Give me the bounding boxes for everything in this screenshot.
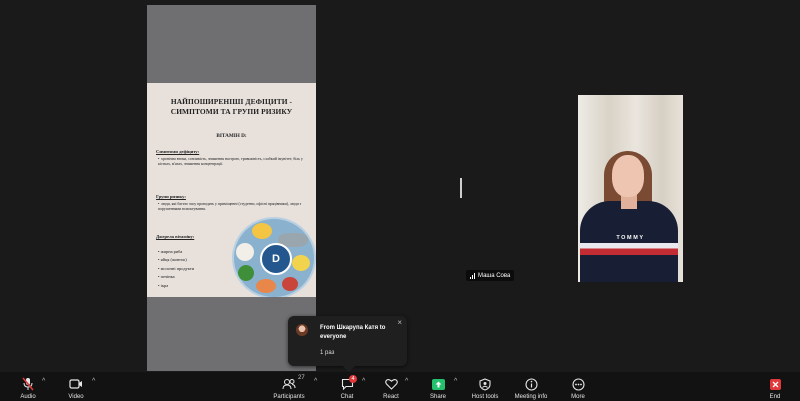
chat-notification-title: From Шкарупа Катя to everyone: [320, 325, 386, 340]
source-item: молочні продукти: [158, 265, 194, 273]
video-camera-icon: [69, 376, 83, 392]
video-person-face: [612, 155, 644, 197]
source-item: яйця (жовток): [158, 256, 194, 264]
close-icon[interactable]: ×: [397, 318, 402, 327]
share-options-caret[interactable]: ^: [454, 378, 457, 385]
video-shirt-text: TOMMY: [616, 235, 645, 241]
risk-heading: Групи ризику:: [156, 194, 186, 199]
sources-list: жирна риба яйця (жовток) молочні продукт…: [158, 248, 194, 290]
end-label: End: [769, 394, 781, 400]
participants-icon: [282, 376, 296, 392]
react-button[interactable]: React: [381, 372, 401, 401]
participant-name: Маша Сова: [478, 272, 511, 279]
video-options-caret[interactable]: ^: [92, 378, 95, 385]
symptoms-text: • хронічна втома, сонливість, зниження на…: [158, 157, 303, 167]
presentation-slide: НАЙПОШИРЕНІШІ ДЕФІЦИТИ - СИМПТОМИ ТА ГРУ…: [147, 83, 316, 299]
heart-icon: [384, 376, 398, 392]
participant-video-tile[interactable]: TOMMY: [578, 95, 683, 282]
source-item: жирна риба: [158, 248, 194, 256]
symptoms-heading: Симптоми дефіциту:: [156, 149, 200, 154]
vitamin-d-badge: D: [260, 243, 292, 275]
audio-label: Audio: [20, 394, 36, 400]
presenter-cursor: [460, 178, 462, 198]
vitamin-d-letter: D: [272, 253, 280, 265]
chat-unread-badge: 4: [349, 375, 357, 383]
video-button[interactable]: Video: [64, 372, 88, 401]
host-tools-button[interactable]: Host tools: [470, 372, 500, 401]
react-options-caret[interactable]: ^: [405, 378, 408, 385]
slide-subtitle: ВІТАМІН D:: [216, 133, 247, 139]
chat-label: Chat: [340, 394, 354, 400]
more-dots-icon: [571, 376, 585, 392]
video-person-body: [580, 201, 678, 282]
meeting-info-button[interactable]: Meeting info: [512, 372, 550, 401]
signal-bars-icon: [470, 272, 475, 279]
microphone-muted-icon: [22, 376, 34, 392]
symptoms-text-value: хронічна втома, сонливість, зниження нас…: [158, 157, 303, 167]
host-tools-label: Host tools: [471, 394, 499, 400]
share-top-band: [147, 5, 316, 83]
chat-notification-message: 1 раз: [320, 350, 335, 356]
participants-label: Participants: [273, 394, 305, 400]
risk-text: • люди, які багато часу проводять у примі…: [158, 202, 302, 212]
participants-count: 27: [298, 375, 305, 381]
shield-icon: [479, 376, 491, 392]
sources-heading: Джерела вітаміну:: [156, 234, 195, 239]
participant-name-label: Маша Сова: [466, 270, 515, 281]
meeting-toolbar: Audio ^ Video ^ Participants 27 ^ Chat 4…: [0, 372, 800, 401]
vitamin-d-food-illustration: D: [232, 217, 316, 299]
info-icon: [524, 376, 538, 392]
slide-title: НАЙПОШИРЕНІШІ ДЕФІЦИТИ - СИМПТОМИ ТА ГРУ…: [170, 97, 293, 116]
audio-options-caret[interactable]: ^: [42, 378, 45, 385]
video-shirt-stripe: [580, 243, 678, 255]
video-label: Video: [68, 394, 84, 400]
chat-notification[interactable]: From Шкарупа Катя to everyone 1 раз ×: [288, 316, 407, 372]
react-label: React: [383, 394, 399, 400]
source-item: печінка: [158, 273, 194, 281]
source-item: ікра: [158, 282, 194, 290]
share-button[interactable]: Share: [427, 372, 449, 401]
risk-text-value: люди, які багато часу проводять у приміщ…: [158, 202, 302, 212]
end-meeting-button[interactable]: End: [764, 372, 786, 401]
share-screen-icon: [431, 376, 445, 392]
end-call-icon: [769, 376, 781, 392]
more-button[interactable]: More: [567, 372, 589, 401]
participants-options-caret[interactable]: ^: [314, 378, 317, 385]
more-label: More: [571, 394, 585, 400]
audio-button[interactable]: Audio: [16, 372, 40, 401]
meeting-info-label: Meeting info: [514, 394, 548, 400]
avatar: [296, 324, 308, 336]
chat-options-caret[interactable]: ^: [362, 378, 365, 385]
share-label: Share: [429, 394, 446, 400]
